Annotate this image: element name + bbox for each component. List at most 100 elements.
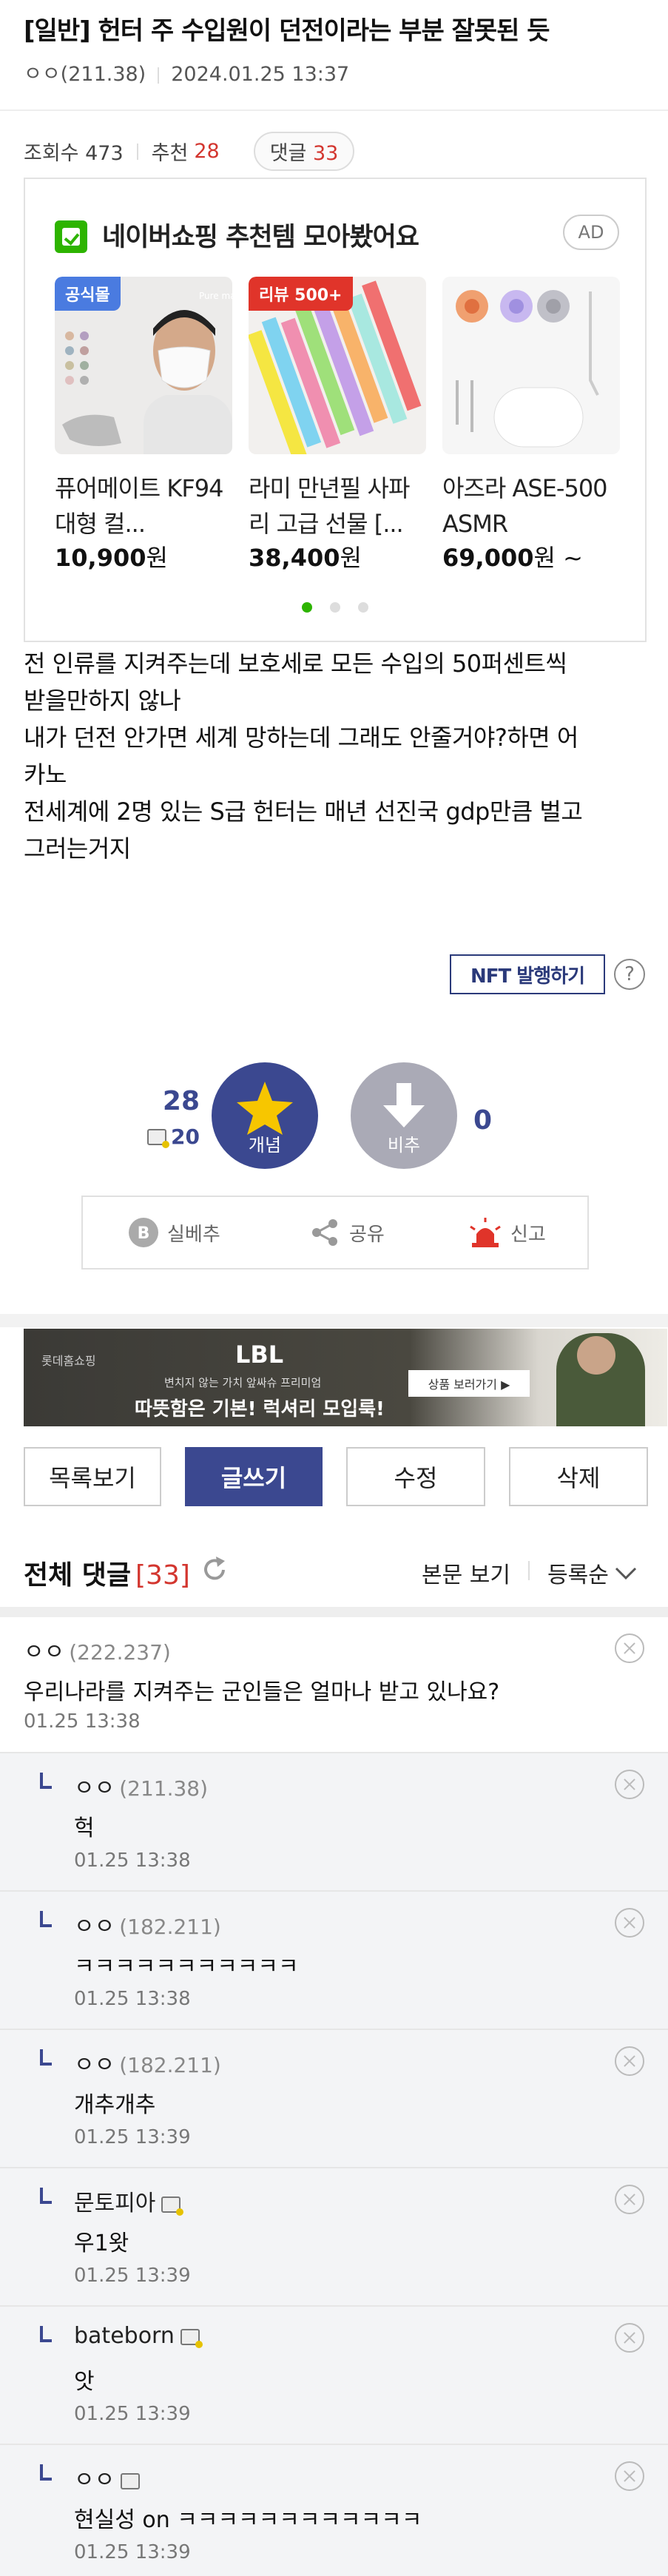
comment-author[interactable]: ㅇㅇ (74, 2461, 141, 2494)
divider (0, 1607, 668, 1617)
naver-shopping-icon (55, 220, 87, 253)
comment-time: 01.25 13:39 (74, 2265, 191, 2287)
comment-label: 댓글 (269, 142, 307, 165)
comments-count: [33] (135, 1560, 190, 1591)
b-icon: B (129, 1218, 158, 1247)
product-name: 퓨어메이트 KF94 대형 컬... (55, 474, 223, 538)
delete-comment-icon[interactable] (615, 1633, 644, 1663)
carousel-dot[interactable] (358, 602, 368, 613)
report-button[interactable]: 신고 (468, 1197, 546, 1268)
shopping-ad[interactable]: 네이버쇼핑 추천템 모아봤어요 AD Pure mate 공식몰 퓨어메이트 K… (24, 178, 647, 642)
comment-author[interactable]: ㅇㅇ (211.38) (74, 1770, 208, 1802)
share-button[interactable]: 공유 (309, 1197, 385, 1268)
downvote-label: 비추 (387, 1135, 421, 1156)
recommend-label: 추천 (151, 142, 189, 165)
comment-time: 01.25 13:39 (74, 2541, 191, 2563)
banner-cta-button[interactable]: 상품 보러가기 ▶ (408, 1370, 530, 1397)
siren-icon (470, 1218, 501, 1247)
comment-text: 우리나라를 지켜주는 군인들은 얼마나 받고 있나요? (24, 1679, 500, 1705)
ad-product-card[interactable]: 리뷰 500+ 라미 만년필 사파리 고급 선물 [... 38,400원 (249, 277, 426, 574)
chevron-down-icon (615, 1567, 636, 1580)
product-price: 69,000원 ~ (442, 544, 583, 572)
comment-time: 01.25 13:38 (24, 1710, 141, 1733)
divider (528, 1561, 530, 1580)
nft-issue-button[interactable]: NFT 발행하기 (450, 954, 605, 994)
view-count: 조회수 473 (24, 142, 124, 165)
comment-text: ㅋㅋㅋㅋㅋㅋㅋㅋㅋㅋㅋ (74, 1954, 299, 1980)
ad-product-card[interactable]: Pure mate 공식몰 퓨어메이트 KF94 대형 컬... 10,900원 (55, 277, 232, 574)
edit-button[interactable]: 수정 (346, 1447, 485, 1506)
write-button[interactable]: 글쓰기 (185, 1447, 323, 1506)
ad-product-card[interactable]: 아즈라 ASE-500 ASMR 69,000원 ~ (442, 277, 620, 574)
comment-time: 01.25 13:38 (74, 1988, 191, 2010)
delete-comment-icon[interactable] (615, 2046, 644, 2076)
reply-item: ㅇㅇ (211.38) 헉 01.25 13:38 (0, 1753, 668, 1892)
upvote-label: 개념 (248, 1135, 282, 1156)
product-price: 38,400원 (249, 544, 362, 572)
divider (0, 1314, 668, 1327)
comment-author[interactable]: 문토피아 (74, 2185, 184, 2217)
product-image (442, 277, 620, 454)
list-button[interactable]: 목록보기 (24, 1447, 161, 1506)
reply-item: 문토피아 우1왓 01.25 13:39 (0, 2168, 668, 2307)
banner-line: 따뜻함은 기본! 럭셔리 모입룩! (135, 1398, 385, 1420)
product-tag: 공식몰 (55, 277, 121, 311)
comment-author[interactable]: bateborn (74, 2323, 203, 2349)
reply-item: ㅇㅇ 현실성 on ㅋㅋㅋㅋㅋㅋㅋㅋㅋㅋㅋㅋ 01.25 13:39 (0, 2445, 668, 2576)
share-icon (312, 1219, 337, 1246)
banner-model-image (577, 1336, 615, 1375)
product-image: Pure mate 공식몰 (55, 277, 232, 454)
comment-count-pill[interactable]: 댓글 33 (253, 132, 355, 171)
view-body-link[interactable]: 본문 보기 (422, 1557, 510, 1589)
banner-line: 변치지 않는 가치 앞싸슈 프리미엄 (164, 1376, 322, 1389)
comment-author[interactable]: ㅇㅇ (182.211) (74, 2046, 221, 2079)
post-date: 2024.01.25 13:37 (171, 63, 350, 86)
body-line: 전세계에 2명 있는 S급 헌터는 매년 선진국 gdp만큼 벌고 (24, 798, 583, 826)
body-line: 카노 (24, 761, 67, 789)
delete-comment-icon[interactable] (615, 2323, 644, 2353)
delete-comment-icon[interactable] (615, 2185, 644, 2214)
carousel-dot[interactable] (302, 602, 312, 613)
divider (158, 67, 160, 84)
delete-comment-icon[interactable] (615, 1908, 644, 1938)
comment-item: ㅇㅇ (222.237) 우리나라를 지켜주는 군인들은 얼마나 받고 있나요? … (0, 1617, 668, 1753)
body-line: 받을만하지 않나 (24, 687, 181, 715)
ad-badge[interactable]: AD (563, 215, 619, 250)
reply-arrow-icon (40, 1911, 52, 1927)
delete-comment-icon[interactable] (615, 2461, 644, 2491)
reply-arrow-icon (40, 2464, 52, 2481)
delete-comment-icon[interactable] (615, 1770, 644, 1799)
reply-item: ㅇㅇ (182.211) 개추개추 01.25 13:39 (0, 2030, 668, 2168)
post-title: [일반] 헌터 주 수입원이 던전이라는 부분 잘못된 듯 (24, 16, 550, 46)
body-line: 그러는거지 (24, 834, 131, 863)
delete-button[interactable]: 삭제 (509, 1447, 648, 1506)
product-price: 10,900원 (55, 544, 168, 572)
svg-text:B: B (138, 1224, 150, 1243)
real-best-button[interactable]: B 실베추 (127, 1197, 220, 1268)
body-line: 내가 던전 안가면 세계 망하는데 그래도 안줄거야?하면 어 (24, 724, 578, 752)
upvote-count: 28 (162, 1086, 200, 1116)
comment-author[interactable]: ㅇㅇ (182.211) (74, 1908, 221, 1941)
sort-dropdown[interactable]: 등록순 (547, 1557, 638, 1589)
refresh-icon[interactable] (200, 1555, 229, 1588)
banner-ad[interactable]: 롯데홈쇼핑 LBL 변치지 않는 가치 앞싸슈 프리미엄 따뜻함은 기본! 럭셔… (24, 1329, 667, 1426)
fixed-upvote-count: 20 (138, 1125, 200, 1149)
post-author[interactable]: ㅇㅇ(211.38) (24, 63, 146, 86)
help-icon[interactable]: ? (614, 959, 645, 990)
svg-text:Pure mate: Pure mate (199, 291, 232, 301)
comment-text: 개추개추 (74, 2092, 156, 2118)
divider (0, 109, 668, 111)
comment-author[interactable]: ㅇㅇ (222.237) (24, 1633, 171, 1666)
product-image: 리뷰 500+ (249, 277, 426, 454)
product-name: 아즈라 ASE-500 ASMR (442, 474, 608, 538)
upvote-button[interactable]: 개념 (212, 1062, 318, 1169)
ad-title[interactable]: 네이버쇼핑 추천템 모아봤어요 (102, 216, 419, 254)
body-line: 전 인류를 지켜주는데 보호세로 모든 수입의 50퍼센트씩 (24, 650, 567, 678)
comment-time: 01.25 13:38 (74, 1850, 191, 1872)
comment-count: 33 (312, 142, 339, 165)
comment-text: 앗 (74, 2369, 95, 2395)
post-stats: 조회수 473 추천 28 댓글 33 (24, 132, 355, 171)
comment-time: 01.25 13:39 (74, 2126, 191, 2148)
downvote-button[interactable]: 비추 (351, 1062, 457, 1169)
carousel-dot[interactable] (330, 602, 340, 613)
